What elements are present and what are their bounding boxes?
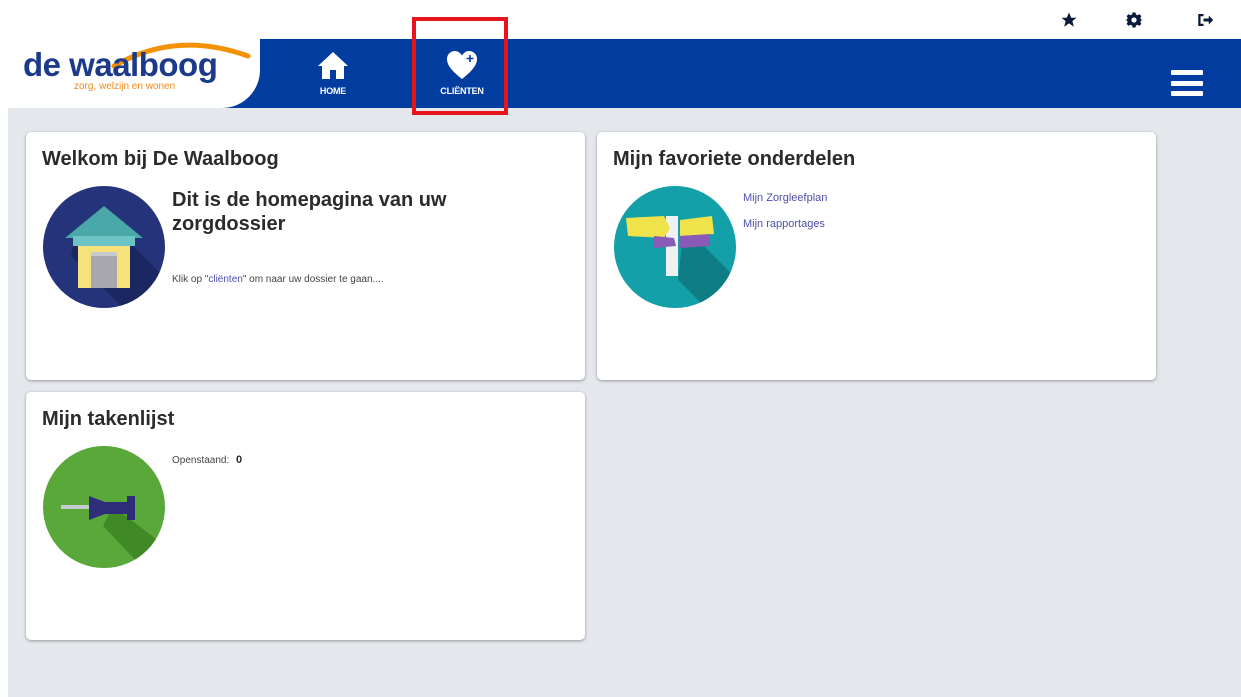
star-icon[interactable] <box>1059 10 1079 30</box>
tasks-card: Mijn takenlijst Openstaand: 0 <box>26 392 585 640</box>
logo[interactable]: de waalboog zorg, welzijn en wonen <box>8 24 260 108</box>
nav-home[interactable]: HOME <box>308 39 358 108</box>
favorite-link-zorgleefplan[interactable]: Mijn Zorgleefplan <box>743 192 827 204</box>
signpost-icon <box>614 186 736 308</box>
favorite-link-rapportages[interactable]: Mijn rapportages <box>743 218 825 230</box>
welcome-title: Welkom bij De Waalboog <box>42 148 279 170</box>
instruction-text-after: " om naar uw dossier te gaan.... <box>242 274 384 285</box>
open-tasks: Openstaand: 0 <box>172 454 242 466</box>
tasks-title: Mijn takenlijst <box>42 408 175 430</box>
favorites-title: Mijn favoriete onderdelen <box>613 148 856 170</box>
pushpin-icon <box>43 446 165 568</box>
welcome-instruction: Klik op "cliënten" om naar uw dossier te… <box>172 274 384 285</box>
nav-home-label: HOME <box>319 86 347 96</box>
logout-icon[interactable] <box>1195 10 1215 30</box>
app-page: HOME CLIËNTEN de waalboog zorg, welzijn … <box>0 0 1241 697</box>
welcome-card: Welkom bij De Waalboog Dit is de homepag… <box>26 132 585 380</box>
open-label: Openstaand: <box>172 455 230 466</box>
highlight-box <box>412 17 508 115</box>
logo-name: de waalboog <box>23 46 218 83</box>
gear-icon[interactable] <box>1124 10 1144 30</box>
home-icon <box>318 52 348 79</box>
instruction-text-before: Klik op " <box>172 274 209 285</box>
clienten-link[interactable]: cliënten <box>208 274 242 285</box>
open-count: 0 <box>236 454 243 466</box>
welcome-subtitle: Dit is de homepagina van uw zorgdossier <box>172 189 447 235</box>
favorites-card: Mijn favoriete onderdelen Mijn Zorgleefp… <box>597 132 1156 380</box>
menu-icon[interactable] <box>1171 70 1203 96</box>
house-icon <box>43 186 165 308</box>
logo-tagline: zorg, welzijn en wonen <box>74 81 176 92</box>
